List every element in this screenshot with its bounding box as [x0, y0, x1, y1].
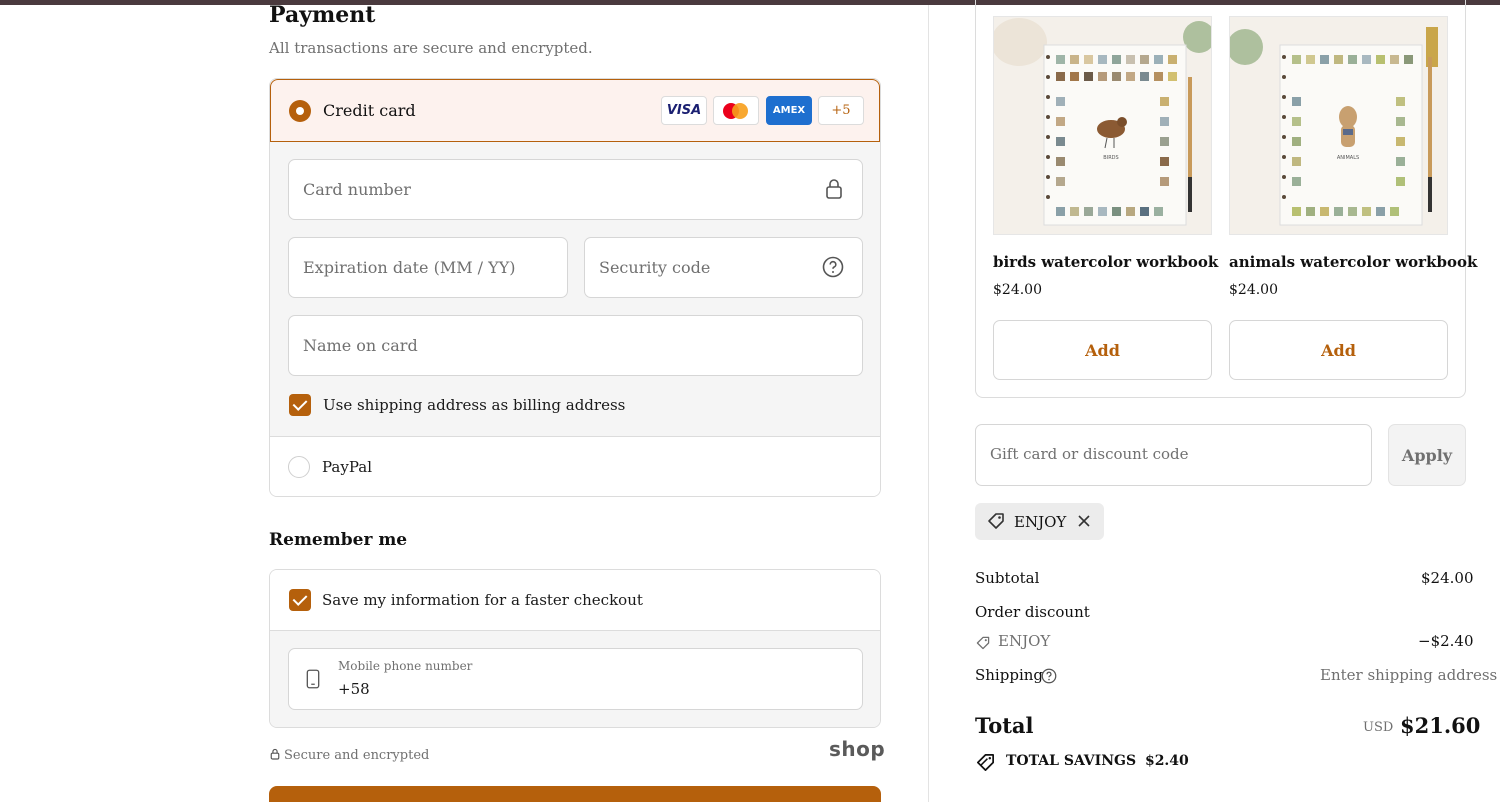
close-icon[interactable]: [1077, 514, 1091, 528]
payment-title: Payment: [269, 2, 376, 28]
card-number-field[interactable]: Card number: [288, 159, 863, 220]
product-name: animals watercolor workbook: [1229, 253, 1478, 271]
credit-card-form: Card number Expiration date (MM / YY) Se…: [270, 142, 880, 436]
save-info-checkbox[interactable]: [289, 589, 311, 611]
currency-code: USD: [1363, 720, 1394, 735]
mobile-phone-field[interactable]: Mobile phone number +58: [288, 648, 863, 710]
discount-code-input[interactable]: [990, 445, 1350, 463]
product-image-animals[interactable]: ANIMALS: [1229, 16, 1448, 235]
mobile-phone-icon: [306, 669, 320, 689]
phone-label: Mobile phone number: [338, 659, 473, 673]
total-savings: TOTAL SAVINGS $2.40: [1006, 753, 1189, 769]
save-info-row[interactable]: Save my information for a faster checkou…: [270, 570, 880, 631]
product-price: $24.00: [993, 282, 1042, 298]
more-brands-badge: +5: [818, 96, 864, 125]
tag-icon: [988, 513, 1004, 529]
discount-code-label: ENJOY: [998, 632, 1051, 650]
name-on-card-field[interactable]: Name on card: [288, 315, 863, 376]
expiration-date-field[interactable]: Expiration date (MM / YY): [288, 237, 568, 298]
savings-label: TOTAL SAVINGS: [1006, 753, 1137, 769]
phone-value: +58: [338, 680, 370, 698]
discount-tag-icon: [976, 636, 990, 650]
savings-value: $2.40: [1144, 753, 1189, 769]
paypal-label: PayPal: [322, 458, 372, 476]
security-code-placeholder: Security code: [599, 258, 711, 277]
book-cover-title: ANIMALS: [1337, 155, 1359, 161]
product-price: $24.00: [1229, 282, 1278, 298]
help-circle-icon[interactable]: [822, 256, 844, 278]
mastercard-icon: [713, 96, 759, 125]
credit-card-option[interactable]: Credit card VISA AMEX +5: [270, 79, 880, 142]
shipping-label: Shipping: [975, 666, 1043, 684]
total-value: $21.60: [1400, 713, 1481, 738]
savings-tag-icon: [977, 754, 994, 771]
paypal-radio[interactable]: [288, 456, 310, 478]
save-info-label: Save my information for a faster checkou…: [322, 591, 643, 609]
remember-me-title: Remember me: [269, 530, 408, 550]
small-lock-icon: [270, 748, 280, 760]
lock-icon: [826, 179, 842, 199]
total-label: Total: [975, 713, 1034, 738]
remember-me-box: Save my information for a faster checkou…: [269, 569, 881, 728]
book-cover-title: BIRDS: [1103, 155, 1118, 161]
recommendations-box: BIRDS ANIMALS birds watercolor workbook …: [975, 0, 1477, 398]
card-number-placeholder: Card number: [303, 180, 411, 199]
subtotal-value: $24.00: [1421, 569, 1474, 587]
secure-text: Secure and encrypted: [284, 748, 430, 763]
phone-section: Mobile phone number +58: [270, 631, 880, 727]
payment-methods: Credit card VISA AMEX +5 Card number Exp…: [269, 78, 881, 497]
pay-now-button[interactable]: [269, 786, 881, 802]
product-name: birds watercolor workbook: [993, 253, 1219, 271]
secure-note: Secure and encrypted: [270, 748, 429, 763]
discount-value: −$2.40: [1418, 632, 1474, 650]
credit-card-radio[interactable]: [289, 100, 311, 122]
product-image-birds[interactable]: BIRDS: [993, 16, 1212, 235]
subtotal-label: Subtotal: [975, 569, 1040, 587]
billing-address-label: Use shipping address as billing address: [323, 396, 626, 414]
paypal-option[interactable]: PayPal: [270, 436, 880, 496]
billing-address-checkbox[interactable]: [289, 394, 311, 416]
shipping-value: Enter shipping address: [1320, 666, 1498, 684]
discount-code-field[interactable]: [975, 424, 1372, 486]
visa-icon: VISA: [661, 96, 707, 125]
add-button[interactable]: Add: [993, 320, 1212, 380]
expiration-placeholder: Expiration date (MM / YY): [303, 258, 516, 277]
amex-icon: AMEX: [766, 96, 812, 125]
payment-subtitle: All transactions are secure and encrypte…: [269, 39, 593, 57]
applied-discount-chip: ENJOY: [975, 503, 1104, 540]
apply-button[interactable]: Apply: [1388, 424, 1466, 486]
security-code-field[interactable]: Security code: [584, 237, 863, 298]
shipping-help-icon[interactable]: [1041, 668, 1057, 684]
applied-code: ENJOY: [1014, 513, 1067, 531]
name-on-card-placeholder: Name on card: [303, 336, 418, 355]
order-discount-label: Order discount: [975, 603, 1090, 621]
credit-card-label: Credit card: [323, 101, 416, 120]
add-button[interactable]: Add: [1229, 320, 1448, 380]
shop-logo: shop: [829, 737, 886, 761]
